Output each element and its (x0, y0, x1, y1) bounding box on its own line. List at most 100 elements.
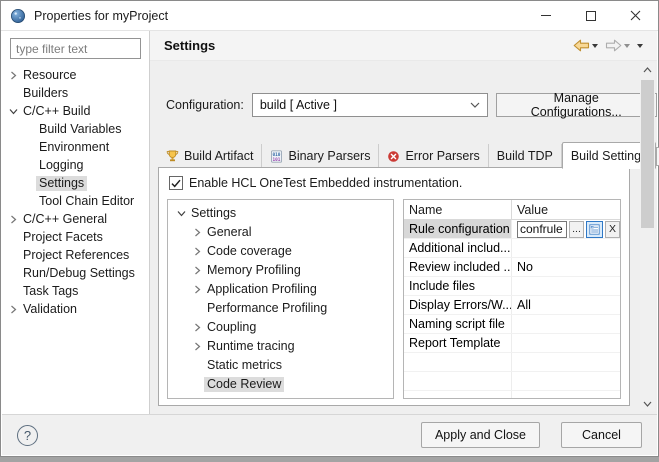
tree-chevron-collapsed-icon[interactable] (190, 228, 204, 237)
tab-label: Build Settings (571, 149, 647, 163)
settings-tree-item-coupling[interactable]: Coupling (168, 318, 393, 337)
settings-tree-item-settings[interactable]: Settings (168, 204, 393, 223)
tree-chevron-collapsed-icon[interactable] (190, 323, 204, 332)
clear-button[interactable]: X (605, 221, 620, 238)
table-row-review-included[interactable]: Review included ...No (404, 258, 620, 277)
maximize-button[interactable] (568, 1, 613, 30)
value-cell[interactable] (512, 372, 620, 390)
value-cell[interactable] (512, 334, 620, 352)
sidebar-item-environment[interactable]: Environment (2, 138, 149, 156)
apply-and-close-button[interactable]: Apply and Close (421, 422, 540, 448)
settings-tree-item-code-coverage[interactable]: Code coverage (168, 242, 393, 261)
tree-chevron-collapsed-icon[interactable] (6, 305, 20, 314)
sidebar-item-logging[interactable]: Logging (2, 156, 149, 174)
table-row-naming-script-file[interactable]: Naming script file (404, 315, 620, 334)
rule-configuration-input[interactable] (517, 221, 567, 238)
tree-chevron-collapsed-icon[interactable] (6, 71, 20, 80)
tree-chevron-expanded-icon[interactable] (174, 209, 188, 218)
settings-tree-item-performance-profiling[interactable]: Performance Profiling (168, 299, 393, 318)
cancel-button[interactable]: Cancel (561, 422, 642, 448)
sidebar-item-c-c-build[interactable]: C/C++ Build (2, 102, 149, 120)
settings-tree-item-memory-profiling[interactable]: Memory Profiling (168, 261, 393, 280)
tree-item-label: Static metrics (204, 358, 285, 373)
settings-tree-item-general[interactable]: General (168, 223, 393, 242)
sidebar-item-settings[interactable]: Settings (2, 174, 149, 192)
sidebar-item-project-facets[interactable]: Project Facets (2, 228, 149, 246)
sidebar-item-validation[interactable]: Validation (2, 300, 149, 318)
tree-chevron-collapsed-icon[interactable] (190, 266, 204, 275)
tree-chevron-collapsed-icon[interactable] (190, 285, 204, 294)
tree-chevron-collapsed-icon[interactable] (6, 215, 20, 224)
sidebar-item-tool-chain-editor[interactable]: Tool Chain Editor (2, 192, 149, 210)
sidebar-item-run-debug-settings[interactable]: Run/Debug Settings (2, 264, 149, 282)
close-button[interactable] (613, 1, 658, 30)
column-header-name[interactable]: Name (404, 200, 512, 219)
sidebar-item-c-c-general[interactable]: C/C++ General (2, 210, 149, 228)
back-button[interactable] (571, 38, 600, 53)
tab-build-artifact[interactable]: Build Artifact (158, 144, 262, 168)
tab-binary-parsers[interactable]: 010101Binary Parsers (262, 144, 379, 168)
help-button[interactable]: ? (17, 425, 38, 446)
table-row-empty[interactable] (404, 353, 620, 372)
value-cell[interactable]: All (512, 296, 620, 314)
settings-tree-item-runtime-tracing[interactable]: Runtime tracing (168, 337, 393, 356)
configuration-dropdown[interactable]: build [ Active ] (252, 93, 488, 117)
sidebar-item-task-tags[interactable]: Task Tags (2, 282, 149, 300)
settings-tree-item-code-review[interactable]: Code Review (168, 375, 393, 394)
checkbox-checked-icon[interactable] (169, 176, 183, 190)
settings-tree-item-application-profiling[interactable]: Application Profiling (168, 280, 393, 299)
name-cell[interactable]: Display Errors/W... (404, 296, 512, 314)
manage-configurations-button[interactable]: Manage Configurations... (496, 93, 657, 117)
table-row-rule-configuration[interactable]: Rule configuration... X (404, 220, 620, 239)
instrumentation-checkbox-row[interactable]: Enable HCL OneTest Embedded instrumentat… (169, 176, 462, 190)
name-cell[interactable]: Additional includ... (404, 239, 512, 257)
tree-chevron-collapsed-icon[interactable] (190, 247, 204, 256)
sidebar-item-resource[interactable]: Resource (2, 66, 149, 84)
name-cell[interactable] (404, 391, 512, 399)
tree-item-label: Builders (20, 86, 71, 101)
filter-input[interactable] (10, 38, 141, 59)
value-cell[interactable] (512, 239, 620, 257)
name-cell[interactable]: Report Template (404, 334, 512, 352)
name-cell[interactable]: Include files (404, 277, 512, 295)
sidebar-item-builders[interactable]: Builders (2, 84, 149, 102)
name-cell[interactable] (404, 353, 512, 371)
minimize-button[interactable] (523, 1, 568, 30)
history-navigation (571, 38, 645, 53)
name-cell[interactable]: Naming script file (404, 315, 512, 333)
value-cell[interactable]: No (512, 258, 620, 276)
binary-file-icon: 010101 (270, 150, 283, 163)
view-menu-button[interactable] (635, 43, 645, 49)
settings-tree-item-static-metrics[interactable]: Static metrics (168, 356, 393, 375)
table-row-report-template[interactable]: Report Template (404, 334, 620, 353)
table-row-additional-includ[interactable]: Additional includ... (404, 239, 620, 258)
browse-button[interactable]: ... (569, 221, 584, 238)
name-cell[interactable]: Review included ... (404, 258, 512, 276)
value-cell[interactable] (512, 353, 620, 371)
tab-error-parsers[interactable]: Error Parsers (379, 144, 488, 168)
value-cell[interactable] (512, 277, 620, 295)
scrollbar-thumb[interactable] (641, 80, 654, 228)
sidebar-item-build-variables[interactable]: Build Variables (2, 120, 149, 138)
column-header-value[interactable]: Value (512, 200, 620, 219)
sidebar-item-project-references[interactable]: Project References (2, 246, 149, 264)
scroll-up-button[interactable] (640, 63, 655, 77)
value-list-button[interactable] (586, 221, 603, 238)
forward-button[interactable] (603, 38, 632, 53)
value-cell[interactable] (512, 315, 620, 333)
name-cell[interactable] (404, 372, 512, 390)
window-title: Properties for myProject (34, 9, 168, 23)
name-cell[interactable]: Rule configuration (404, 220, 512, 238)
tree-chevron-collapsed-icon[interactable] (190, 342, 204, 351)
footer-buttons: Apply and Close Cancel (421, 422, 642, 448)
vertical-scrollbar[interactable] (640, 63, 655, 411)
tree-chevron-expanded-icon[interactable] (6, 107, 20, 116)
table-row-include-files[interactable]: Include files (404, 277, 620, 296)
table-row-display-errors-w[interactable]: Display Errors/W...All (404, 296, 620, 315)
value-cell[interactable] (512, 391, 620, 399)
value-cell[interactable]: ... X (512, 220, 620, 238)
tab-build-tdp[interactable]: Build TDP (489, 144, 562, 168)
table-row-empty[interactable] (404, 372, 620, 391)
scroll-down-button[interactable] (640, 397, 655, 411)
table-row-empty[interactable] (404, 391, 620, 399)
